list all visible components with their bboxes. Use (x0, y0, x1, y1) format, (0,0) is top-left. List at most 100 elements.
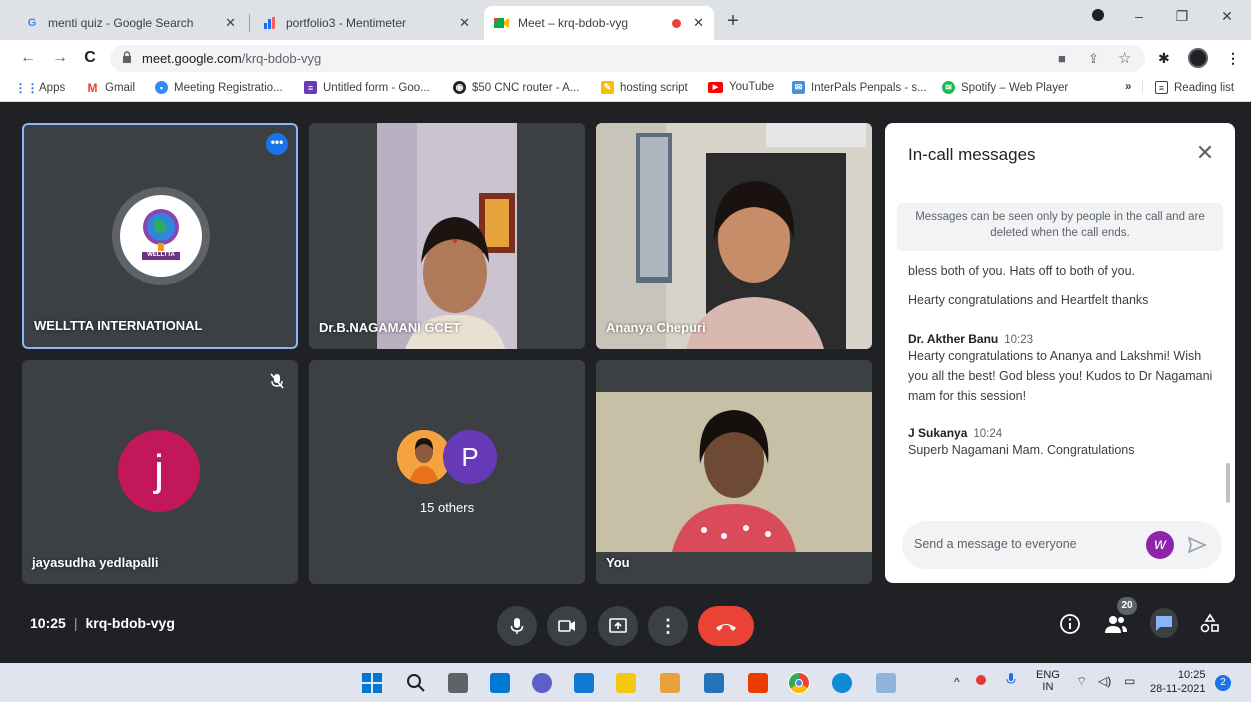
chrome-icon[interactable] (788, 672, 810, 694)
calendar-app-icon[interactable] (660, 673, 680, 693)
extension-w-icon[interactable]: w (1146, 531, 1174, 559)
bookmark-interpals[interactable]: ✉ InterPals Penpals - s... (792, 81, 927, 94)
close-tab-icon[interactable]: ✕ (693, 15, 704, 31)
system-clock[interactable]: 10:25 28-11-2021 (1150, 668, 1205, 696)
bookmark-meeting-registration[interactable]: ▪ Meeting Registratio... (155, 81, 283, 94)
tab-mentimeter[interactable]: portfolio3 - Mentimeter ✕ (252, 6, 480, 40)
bookmark-hosting-script[interactable]: ✎ hosting script (601, 81, 688, 94)
browser-toolbar: ← → C meet.google.com/krq-bdob-vyg ■ ⇪ ☆… (0, 40, 1251, 76)
file-explorer-icon[interactable] (616, 673, 636, 693)
participant-tile-others[interactable]: P 15 others (309, 360, 585, 584)
camera-button[interactable] (547, 606, 587, 646)
message-text: bless both of you. Hats off to both of y… (908, 264, 1135, 278)
microphone-button[interactable] (497, 606, 537, 646)
bookmark-untitled-form[interactable]: ≡ Untitled form - Goo... (304, 81, 430, 94)
volume-icon[interactable]: ◁) (1098, 674, 1111, 688)
tab-divider (249, 14, 250, 32)
language-indicator[interactable]: ENG IN (1036, 669, 1060, 693)
chat-notice: Messages can be seen only by people in t… (897, 203, 1223, 251)
share-icon[interactable]: ⇪ (1088, 51, 1099, 67)
office-icon[interactable] (748, 673, 768, 693)
extensions-icon[interactable]: ✱ (1158, 50, 1170, 67)
vpn-icon[interactable] (976, 675, 986, 688)
teams-chat-icon[interactable] (532, 673, 552, 693)
edge-icon[interactable] (832, 673, 852, 693)
video-feed-ananya (596, 123, 872, 349)
browser-menu-icon[interactable]: ⋮ (1226, 50, 1240, 67)
video-feed-self (596, 360, 872, 584)
instructables-icon: ◉ (453, 81, 466, 94)
activities-icon (1200, 613, 1219, 633)
panel-title: In-call messages (908, 145, 1036, 164)
mic-off-icon (270, 373, 284, 389)
windows-start-icon[interactable] (362, 673, 382, 693)
google-icon: G (27, 17, 37, 29)
avatar[interactable] (1188, 48, 1208, 68)
wifi-icon[interactable]: ⌔ (1076, 674, 1087, 689)
close-window-icon[interactable]: ✕ (1212, 8, 1242, 25)
more-options-button[interactable]: ⋮ (648, 606, 688, 646)
tab-title: menti quiz - Google Search (48, 16, 194, 30)
tab-google-search[interactable]: G menti quiz - Google Search ✕ (14, 6, 246, 40)
widgets-icon[interactable] (490, 673, 510, 693)
back-icon[interactable]: ← (18, 48, 38, 68)
camera-in-use-icon[interactable]: ■ (1058, 51, 1066, 66)
address-bar[interactable]: meet.google.com/krq-bdob-vyg ■ ⇪ ☆ (110, 45, 1145, 72)
participant-tile-ananya[interactable]: Ananya Chepuri (596, 123, 872, 349)
present-screen-button[interactable] (598, 606, 638, 646)
more-options-icon[interactable]: ••• (266, 133, 288, 155)
reading-list-button[interactable]: ≡ Reading list (1155, 81, 1234, 94)
participant-tile-nagamani[interactable]: Dr.B.NAGAMANI GCET (309, 123, 585, 349)
show-hidden-icons-icon[interactable]: ^ (954, 675, 960, 689)
microphone-tray-icon[interactable] (1006, 673, 1016, 690)
forward-icon[interactable]: → (50, 48, 70, 68)
mail-icon: ✉ (792, 81, 805, 94)
bookmark-gmail[interactable]: M Gmail (86, 81, 136, 95)
leave-call-button[interactable] (698, 606, 754, 646)
close-icon[interactable]: ✕ (1193, 141, 1217, 165)
close-tab-icon[interactable]: ✕ (459, 15, 470, 31)
battery-icon[interactable]: ▭ (1124, 674, 1135, 688)
message-input[interactable]: Send a message to everyone w (902, 521, 1222, 569)
welltta-logo-text: WELLTTA (147, 252, 175, 258)
tab-meet[interactable]: Meet – krq-bdob-vyg ✕ (484, 6, 714, 40)
bookmark-star-icon[interactable]: ☆ (1118, 49, 1131, 67)
meet-stage: ••• WELLTTA WELLTTA INTERNATIONAL Dr.B.N… (0, 103, 1251, 663)
send-icon[interactable] (1187, 535, 1207, 555)
close-tab-icon[interactable]: ✕ (225, 15, 236, 31)
participant-tile-jayasudha[interactable]: j jayasudha yedlapalli (22, 360, 298, 584)
restore-icon[interactable]: ❐ (1167, 8, 1197, 25)
activities-button[interactable] (1198, 612, 1222, 636)
participant-tile-welltta[interactable]: ••• WELLTTA WELLTTA INTERNATIONAL (22, 123, 298, 349)
minimize-icon[interactable]: – (1124, 8, 1154, 24)
apps-grid-icon: ⋮⋮ (14, 80, 39, 95)
zoom-icon[interactable] (574, 673, 594, 693)
chat-button[interactable] (1150, 608, 1178, 638)
video-feed-nagamani (309, 123, 585, 349)
notification-badge[interactable]: 2 (1215, 675, 1231, 691)
mail-icon[interactable] (704, 673, 724, 693)
hang-up-icon (716, 624, 736, 631)
meeting-details-button[interactable] (1058, 612, 1082, 636)
bookmark-spotify[interactable]: ≋ Spotify – Web Player (942, 81, 1068, 94)
chat-scrollbar[interactable] (1226, 463, 1230, 503)
bookmark-label: Gmail (105, 81, 136, 94)
reload-icon[interactable]: C (80, 48, 100, 68)
language-code: ENG (1036, 669, 1060, 681)
others-avatar-group: P (397, 430, 517, 486)
profile-menu-icon[interactable] (1083, 8, 1113, 24)
bookmark-label: YouTube (729, 81, 775, 93)
search-icon[interactable] (406, 673, 426, 693)
others-count-label: 15 others (419, 500, 475, 515)
bookmark-apps[interactable]: ⋮⋮ Apps (14, 80, 66, 95)
participant-tile-self[interactable]: You (596, 360, 872, 584)
people-button[interactable] (1104, 612, 1128, 636)
message-list: bless both of you. Hats off to both of y… (908, 261, 1223, 516)
photos-icon[interactable] (876, 673, 896, 693)
bookmark-cnc-router[interactable]: ◉ $50 CNC router - A... (453, 81, 579, 94)
globe-logo-icon (142, 209, 180, 260)
more-bookmarks-icon[interactable]: » (1125, 81, 1131, 93)
bookmark-youtube[interactable]: ▶ YouTube (708, 81, 774, 93)
task-view-icon[interactable] (448, 673, 468, 693)
new-tab-button[interactable]: + (722, 10, 744, 32)
